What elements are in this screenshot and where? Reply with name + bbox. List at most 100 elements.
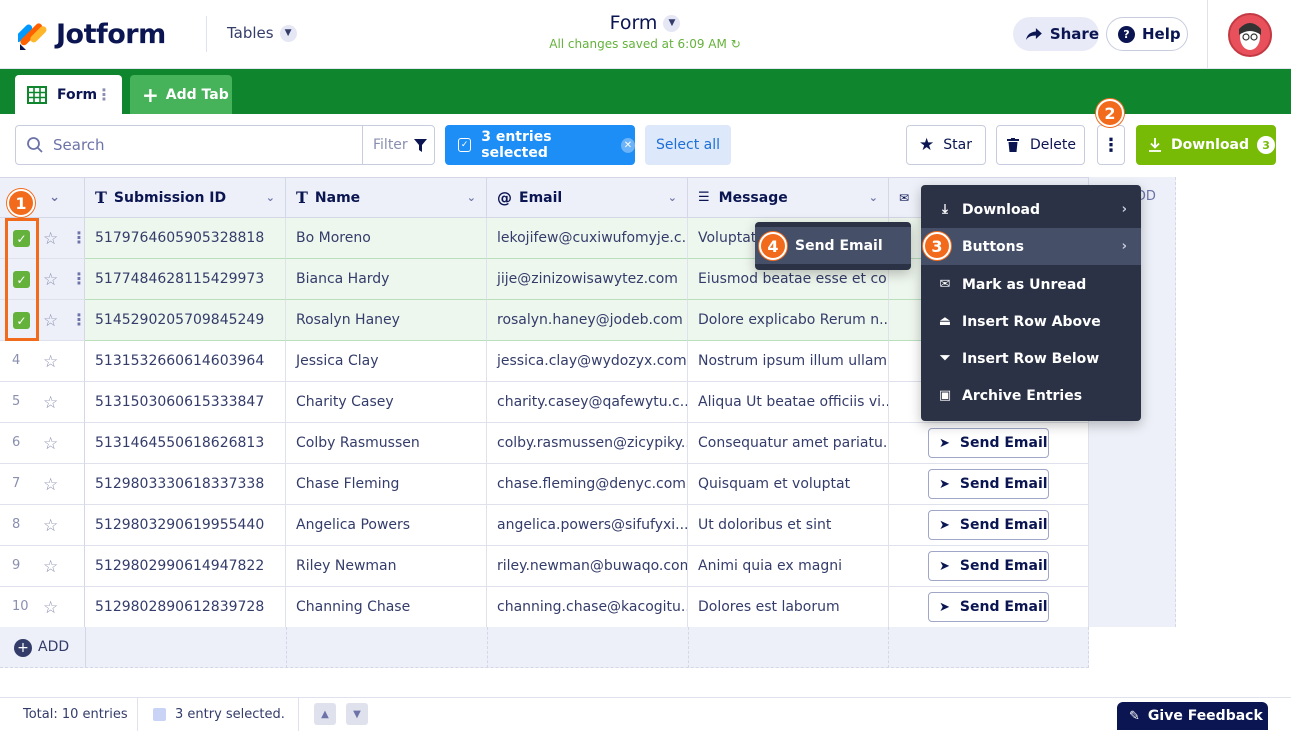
table-row[interactable]: 8 ☆ 5129803290619955440 Angelica Powers ange… — [0, 505, 1089, 546]
give-feedback-button[interactable]: ✎ Give Feedback — [1117, 702, 1268, 730]
cell-id[interactable]: 5129802890612839728 — [85, 587, 286, 628]
table-row[interactable]: 10 ☆ 5129802890612839728 Channing Chase chan… — [0, 587, 1089, 628]
cell-name[interactable]: Bo Moreno — [286, 218, 487, 259]
cell-message[interactable]: Consequatur amet pariatu... — [688, 423, 889, 464]
row-number-cell[interactable]: 4 ☆ — [0, 341, 85, 382]
form-title-dropdown[interactable]: Form ▼ — [610, 12, 681, 34]
column-header-submission-id[interactable]: T Submission ID ⌄ — [85, 177, 286, 218]
cell-id[interactable]: 5129803330618337338 — [85, 464, 286, 505]
row-number-cell[interactable]: 10 ☆ — [0, 587, 85, 628]
cell-message[interactable]: Quisquam et voluptat — [688, 464, 889, 505]
add-row-bar[interactable]: + ADD — [0, 627, 1089, 668]
cell-id[interactable]: 5131532660614603964 — [85, 341, 286, 382]
filter-button[interactable]: Filter — [362, 125, 435, 165]
cell-name[interactable]: Colby Rasmussen — [286, 423, 487, 464]
logo-text: Jotform — [56, 18, 166, 50]
star-icon[interactable]: ☆ — [43, 311, 58, 331]
row-number-cell[interactable]: 8 ☆ — [0, 505, 85, 546]
star-icon[interactable]: ☆ — [43, 352, 58, 372]
star-icon[interactable]: ☆ — [43, 516, 58, 536]
cell-email[interactable]: jije@zinizowisawytez.com — [487, 259, 688, 300]
cell-id[interactable]: 5131464550618626813 — [85, 423, 286, 464]
cell-message[interactable]: Ut doloribus et sint — [688, 505, 889, 546]
menu-item-insert-below[interactable]: ⏷ Insert Row Below — [921, 340, 1141, 377]
delete-button[interactable]: Delete — [996, 125, 1085, 165]
send-email-button[interactable]: ➤ Send Email — [928, 428, 1049, 458]
star-icon[interactable]: ☆ — [43, 393, 58, 413]
tab-options-icon[interactable]: ⋮ — [96, 85, 112, 104]
star-icon[interactable]: ☆ — [43, 270, 58, 290]
row-number-cell[interactable]: 6 ☆ — [0, 423, 85, 464]
star-icon[interactable]: ☆ — [43, 229, 58, 249]
cell-id[interactable]: 5177484628115429973 — [85, 259, 286, 300]
tab-form[interactable]: Form ⋮ — [15, 75, 122, 114]
row-number-cell[interactable]: 7 ☆ — [0, 464, 85, 505]
cell-email[interactable]: lekojifew@cuxiwufomyje.c... — [487, 218, 688, 259]
cell-message[interactable]: Dolores est laborum — [688, 587, 889, 628]
menu-item-insert-above[interactable]: ⏏ Insert Row Above — [921, 303, 1141, 340]
column-header-name[interactable]: T Name ⌄ — [286, 177, 487, 218]
cell-email[interactable]: riley.newman@buwaqo.com — [487, 546, 688, 587]
avatar[interactable] — [1228, 13, 1272, 57]
cell-id[interactable]: 5129803290619955440 — [85, 505, 286, 546]
cell-email[interactable]: charity.casey@qafewytu.c... — [487, 382, 688, 423]
cell-id[interactable]: 5129802990614947822 — [85, 546, 286, 587]
cell-id[interactable]: 5179764605905328818 — [85, 218, 286, 259]
cell-id[interactable]: 5131503060615333847 — [85, 382, 286, 423]
cell-name[interactable]: Charity Casey — [286, 382, 487, 423]
cell-name[interactable]: Channing Chase — [286, 587, 487, 628]
help-button[interactable]: ? Help — [1106, 17, 1188, 51]
star-button[interactable]: ★ Star — [906, 125, 986, 165]
cell-email[interactable]: rosalyn.haney@jodeb.com — [487, 300, 688, 341]
cell-name[interactable]: Angelica Powers — [286, 505, 487, 546]
cell-name[interactable]: Jessica Clay — [286, 341, 487, 382]
menu-item-label: Insert Row Below — [962, 350, 1100, 367]
cell-name[interactable]: Riley Newman — [286, 546, 487, 587]
cell-message[interactable]: Nostrum ipsum illum ullam... — [688, 341, 889, 382]
send-icon: ➤ — [939, 558, 950, 574]
cell-name[interactable]: Bianca Hardy — [286, 259, 487, 300]
star-icon[interactable]: ☆ — [43, 598, 58, 618]
selected-entries-chip[interactable]: ✓ 3 entries selected ✕ — [445, 125, 636, 165]
send-email-button[interactable]: ➤ Send Email — [928, 510, 1049, 540]
download-button[interactable]: Download 3 — [1136, 125, 1276, 165]
cell-email[interactable]: angelica.powers@sifufyxi... — [487, 505, 688, 546]
send-email-button[interactable]: ➤ Send Email — [928, 551, 1049, 581]
send-email-button[interactable]: ➤ Send Email — [928, 469, 1049, 499]
select-all-button[interactable]: Select all — [645, 125, 731, 165]
search-input[interactable]: Search — [15, 125, 363, 165]
clear-selection-icon[interactable]: ✕ — [620, 137, 636, 153]
cell-email[interactable]: colby.rasmussen@zicypiky... — [487, 423, 688, 464]
table-row[interactable]: 9 ☆ 5129802990614947822 Riley Newman riley.n… — [0, 546, 1089, 587]
cell-email[interactable]: channing.chase@kacogitu... — [487, 587, 688, 628]
cell-message[interactable]: Aliqua Ut beatae officiis vi... — [688, 382, 889, 423]
next-page-button[interactable]: ▼ — [346, 703, 368, 725]
menu-item-buttons[interactable]: Buttons › — [921, 228, 1141, 265]
row-number-cell[interactable]: 5 ☆ — [0, 382, 85, 423]
cell-email[interactable]: jessica.clay@wydozyx.com — [487, 341, 688, 382]
more-options-button[interactable]: ⋮ — [1097, 125, 1125, 165]
star-icon[interactable]: ☆ — [43, 475, 58, 495]
star-icon[interactable]: ☆ — [43, 434, 58, 454]
star-icon[interactable]: ☆ — [43, 557, 58, 577]
menu-item-archive[interactable]: ▣ Archive Entries — [921, 377, 1141, 414]
share-button[interactable]: Share — [1013, 17, 1099, 51]
cell-name[interactable]: Chase Fleming — [286, 464, 487, 505]
row-number-cell[interactable]: 9 ☆ — [0, 546, 85, 587]
table-row[interactable]: 7 ☆ 5129803330618337338 Chase Fleming chase.… — [0, 464, 1089, 505]
menu-item-mark-unread[interactable]: ✉ Mark as Unread — [921, 266, 1141, 303]
previous-page-button[interactable]: ▲ — [314, 703, 336, 725]
add-tab-button[interactable]: + Add Tab — [130, 75, 232, 114]
cell-message[interactable]: Animi quia ex magni — [688, 546, 889, 587]
cell-message[interactable]: Dolore explicabo Rerum n... — [688, 300, 889, 341]
menu-item-download[interactable]: ⤓ Download › — [921, 191, 1141, 228]
tables-dropdown[interactable]: Tables ▼ — [227, 24, 297, 42]
cell-id[interactable]: 5145290205709845249 — [85, 300, 286, 341]
table-row[interactable]: 6 ☆ 5131464550618626813 Colby Rasmussen colb… — [0, 423, 1089, 464]
jotform-logo[interactable]: Jotform — [18, 18, 166, 50]
column-header-email[interactable]: @ Email ⌄ — [487, 177, 688, 218]
send-email-button[interactable]: ➤ Send Email — [928, 592, 1049, 622]
column-header-message[interactable]: ☰ Message ⌄ — [688, 177, 889, 218]
cell-email[interactable]: chase.fleming@denyc.com — [487, 464, 688, 505]
cell-name[interactable]: Rosalyn Haney — [286, 300, 487, 341]
